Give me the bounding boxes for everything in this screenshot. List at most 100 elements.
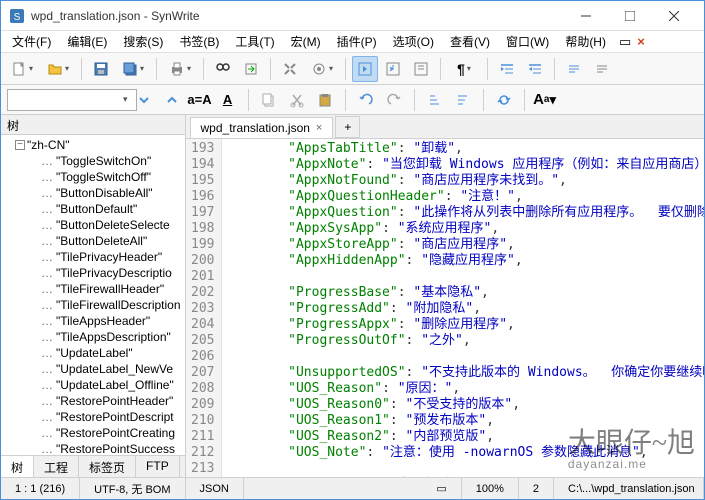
- wrap-button[interactable]: [352, 56, 378, 82]
- redo-button[interactable]: [382, 88, 406, 112]
- menu-expand-icon[interactable]: ▭: [619, 34, 631, 50]
- uncomment-button[interactable]: [589, 56, 615, 82]
- tree-item[interactable]: "TileAppsDescription": [1, 329, 185, 345]
- tree-tabs: 树 工程 标签页 FTP: [1, 455, 185, 477]
- tree-header: 树: [1, 115, 185, 135]
- tree-item[interactable]: "TileFirewallHeader": [1, 281, 185, 297]
- open-file-button[interactable]: [41, 56, 75, 82]
- search-history-icon[interactable]: ▾: [123, 94, 128, 105]
- menu-view[interactable]: 查看(V): [443, 31, 497, 52]
- minimize-button[interactable]: [564, 2, 608, 30]
- tree-item[interactable]: "TileFirewallDescription: [1, 297, 185, 313]
- close-tab-icon[interactable]: ×: [316, 122, 322, 134]
- maximize-button[interactable]: [608, 2, 652, 30]
- unindent-button[interactable]: [522, 56, 548, 82]
- wholeword-toggle-button[interactable]: A: [216, 88, 240, 112]
- tree-item[interactable]: "TileAppsHeader": [1, 313, 185, 329]
- tree-tab-ftp[interactable]: FTP: [136, 456, 180, 477]
- find-button[interactable]: [210, 56, 236, 82]
- editor-tabs: wpd_translation.json× +: [186, 115, 704, 139]
- status-filepath[interactable]: C:\...\wpd_translation.json: [554, 478, 704, 499]
- sync-button[interactable]: [492, 88, 516, 112]
- undo-button[interactable]: [354, 88, 378, 112]
- tree-item[interactable]: "UpdateLabel": [1, 345, 185, 361]
- menu-search[interactable]: 搜索(S): [116, 31, 170, 52]
- menu-plugins[interactable]: 插件(P): [330, 31, 384, 52]
- tree-item[interactable]: "ButtonDeleteSelecte: [1, 217, 185, 233]
- sort-asc-button[interactable]: [423, 88, 447, 112]
- status-ins[interactable]: 2: [519, 478, 554, 499]
- menu-options[interactable]: 选项(O): [386, 31, 441, 52]
- nonprinting-button[interactable]: ¶: [447, 56, 481, 82]
- line-gutter: 1931941951961971981992002012022032042052…: [186, 139, 222, 477]
- tree-item[interactable]: "TilePrivacyHeader": [1, 249, 185, 265]
- paste-button[interactable]: [313, 88, 337, 112]
- tree-item[interactable]: "TilePrivacyDescriptio: [1, 265, 185, 281]
- goto-button[interactable]: [238, 56, 264, 82]
- new-tab-button[interactable]: +: [335, 116, 360, 138]
- toolbar-sep: [345, 58, 346, 80]
- toolbar-sep: [345, 89, 346, 111]
- font-size-button[interactable]: Aa▾: [533, 88, 557, 112]
- tree-item[interactable]: "ToggleSwitchOn": [1, 153, 185, 169]
- comment-button[interactable]: [561, 56, 587, 82]
- tree-item[interactable]: "ButtonDefault": [1, 201, 185, 217]
- code-area[interactable]: "AppsTabTitle": "卸载", "AppxNote": "当您卸载 …: [222, 139, 704, 477]
- app-icon: S: [9, 8, 25, 24]
- save-all-button[interactable]: [116, 56, 150, 82]
- menu-help[interactable]: 帮助(H): [558, 31, 613, 52]
- tree-item[interactable]: "RestorePointHeader": [1, 393, 185, 409]
- tree-item[interactable]: "ButtonDeleteAll": [1, 233, 185, 249]
- sort-desc-button[interactable]: [451, 88, 475, 112]
- toolbar-sep: [487, 58, 488, 80]
- menu-close-icon[interactable]: ×: [637, 34, 645, 49]
- folding-button[interactable]: [408, 56, 434, 82]
- tree-tab-tree[interactable]: 树: [1, 456, 34, 477]
- print-button[interactable]: [163, 56, 197, 82]
- settings-button[interactable]: [277, 56, 303, 82]
- linenumbers-button[interactable]: [380, 56, 406, 82]
- copy-button[interactable]: [257, 88, 281, 112]
- cut-button[interactable]: [285, 88, 309, 112]
- status-zoom[interactable]: 100%: [462, 478, 519, 499]
- save-button[interactable]: [88, 56, 114, 82]
- menu-bookmarks[interactable]: 书签(B): [172, 31, 226, 52]
- find-next-button[interactable]: [132, 88, 156, 112]
- tree-tab-tabs[interactable]: 标签页: [79, 456, 136, 477]
- tools-button[interactable]: [305, 56, 339, 82]
- menubar: 文件(F) 编辑(E) 搜索(S) 书签(B) 工具(T) 宏(M) 插件(P)…: [1, 31, 704, 53]
- search-toolbar: ▾ a=A A Aa▾: [1, 85, 704, 115]
- menu-tools[interactable]: 工具(T): [228, 31, 281, 52]
- toolbar-sep: [524, 89, 525, 111]
- tree-tab-project[interactable]: 工程: [34, 456, 79, 477]
- main-toolbar: ¶: [1, 53, 704, 85]
- status-readonly-icon[interactable]: ▭: [422, 478, 461, 499]
- new-file-button[interactable]: [5, 56, 39, 82]
- case-toggle-button[interactable]: a=A: [188, 88, 212, 112]
- tree-item[interactable]: "ToggleSwitchOff": [1, 169, 185, 185]
- menu-file[interactable]: 文件(F): [5, 31, 58, 52]
- tree-root[interactable]: −"zh-CN": [1, 137, 185, 153]
- file-tab[interactable]: wpd_translation.json×: [190, 117, 334, 138]
- menu-macros[interactable]: 宏(M): [284, 31, 328, 52]
- status-language[interactable]: JSON: [186, 478, 244, 499]
- indent-button[interactable]: [494, 56, 520, 82]
- tree-body[interactable]: −"zh-CN" "ToggleSwitchOn""ToggleSwitchOf…: [1, 135, 185, 455]
- tree-item[interactable]: "RestorePointDescript: [1, 409, 185, 425]
- status-position[interactable]: 1 : 1 (216): [1, 478, 80, 499]
- collapse-icon[interactable]: −: [15, 140, 25, 150]
- search-input[interactable]: [7, 89, 137, 111]
- tree-item[interactable]: "RestorePointCreating: [1, 425, 185, 441]
- find-prev-button[interactable]: [160, 88, 184, 112]
- toolbar-sep: [203, 58, 204, 80]
- menu-window[interactable]: 窗口(W): [499, 31, 556, 52]
- close-button[interactable]: [652, 2, 696, 30]
- code-editor[interactable]: 1931941951961971981992002012022032042052…: [186, 139, 704, 477]
- status-encoding[interactable]: UTF-8, 无 BOM: [80, 478, 185, 499]
- tree-item[interactable]: "UpdateLabel_Offline": [1, 377, 185, 393]
- tree-item[interactable]: "UpdateLabel_NewVe: [1, 361, 185, 377]
- tree-item[interactable]: "RestorePointSuccess: [1, 441, 185, 455]
- tree-item[interactable]: "ButtonDisableAll": [1, 185, 185, 201]
- toolbar-sep: [554, 58, 555, 80]
- menu-edit[interactable]: 编辑(E): [60, 31, 114, 52]
